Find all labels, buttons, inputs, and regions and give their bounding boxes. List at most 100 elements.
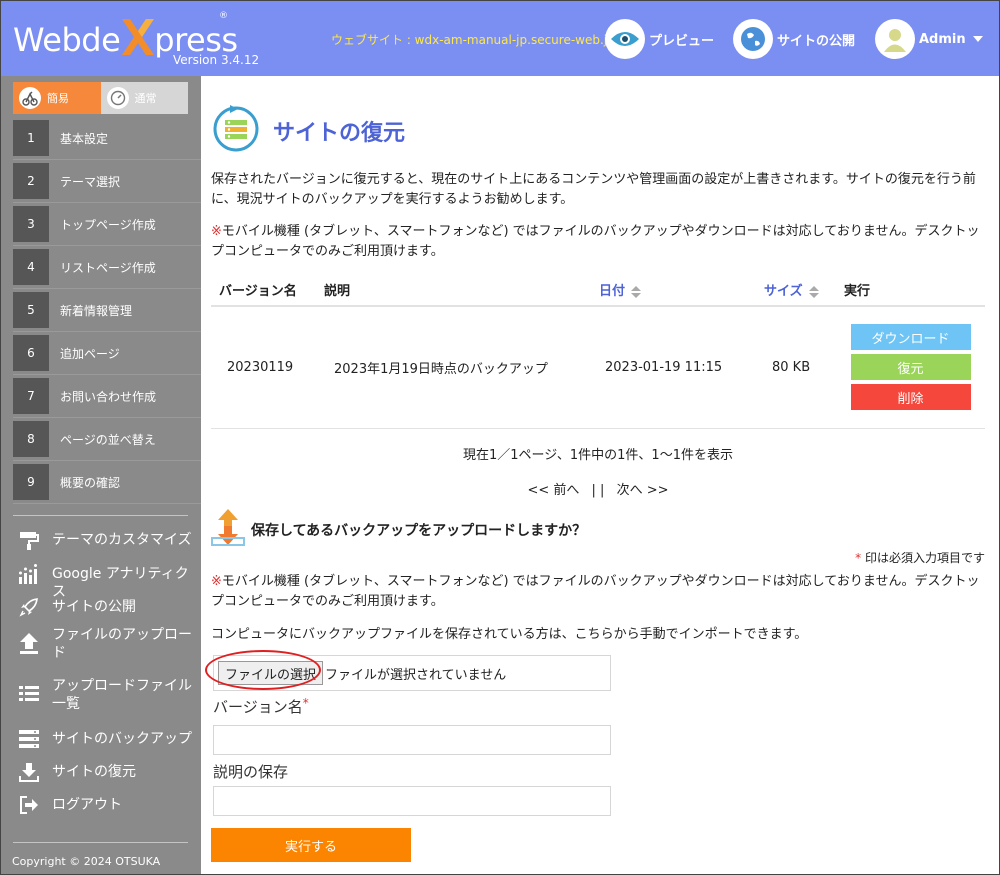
step-label: ページの並べ替え	[60, 432, 156, 447]
header-label: 説明	[324, 284, 351, 299]
tab-normal-mode[interactable]: 通常	[100, 82, 188, 114]
step-number: 7	[13, 378, 49, 414]
publish-label: サイトの公開	[777, 33, 856, 49]
col-version-header: バージョン名	[211, 274, 316, 307]
sidebar-step-1[interactable]: 1 基本設定	[13, 117, 201, 160]
action-buttons: ダウンロード 復元 削除	[836, 324, 985, 411]
step-label: テーマ選択	[60, 174, 121, 189]
note-text: モバイル機種 (タブレット、スマートフォンなど) ではファイルのバックアップやダ…	[211, 224, 980, 259]
restore-button[interactable]: 復元	[850, 354, 971, 381]
header-label: バージョン名	[219, 284, 297, 299]
admin-menu-button[interactable]: Admin	[875, 19, 983, 59]
sidebar-item-logout[interactable]: ログアウト	[17, 793, 197, 826]
pagination: << 前へ | | 次へ >>	[211, 479, 985, 498]
step-label: リストページ作成	[60, 260, 156, 275]
sidebar-step-5[interactable]: 5 新着情報管理	[13, 289, 201, 332]
setup-steps: 1 基本設定 2 テーマ選択 3 トップページ作成 4 リストページ作成 5 新着情報管理…	[13, 117, 201, 504]
sidebar-item-file-upload[interactable]: ファイルのアップロード	[17, 623, 197, 674]
step-number: 1	[13, 120, 49, 156]
restore-icon	[211, 104, 261, 158]
app-window: Webde press ® Version 3.4.12 ウェブサイト : wdx…	[0, 0, 1000, 875]
sidebar: 簡易 通常 1 基本設定 2 テーマ選択 3 トップページ作成 4 リストページ作成 5…	[1, 76, 201, 874]
list-icon	[17, 682, 41, 706]
upload-section-header: 保存してあるバックアップをアップロードしますか？	[211, 508, 586, 552]
delete-button[interactable]: 削除	[850, 384, 971, 411]
step-label: 新着情報管理	[60, 303, 133, 318]
upload-section-title: 保存してあるバックアップをアップロードしますか？	[251, 523, 587, 539]
choose-file-button[interactable]: ファイルの選択	[218, 661, 324, 685]
paint-roller-icon	[17, 528, 41, 552]
step-label: 概要の確認	[60, 475, 121, 490]
menu-label: サイトのバックアップ	[52, 731, 192, 747]
upload-download-icon	[211, 508, 245, 552]
versions-table: バージョン名 説明 日付 サイズ 実行 20230119 2023年1月19日時…	[211, 274, 985, 429]
version-label: Version 3.4.12	[173, 53, 260, 67]
logo-x-icon	[120, 17, 155, 57]
field-label: バージョン名	[213, 698, 303, 716]
col-action-header: 実行	[836, 274, 985, 307]
required-note: * 印は必須入力項目です	[855, 549, 985, 566]
no-file-selected-text: ファイルが選択されていません	[325, 667, 507, 683]
required-note-text: 印は必須入力項目です	[861, 551, 985, 565]
sidebar-step-6[interactable]: 6 追加ページ	[13, 332, 201, 375]
file-input: ファイルの選択 ファイルが選択されていません	[213, 655, 611, 691]
copyright-text: Copyright © 2024 OTSUKA	[12, 855, 161, 868]
next-page-link[interactable]: 次へ >>	[617, 483, 669, 498]
avatar-icon	[875, 19, 915, 59]
sidebar-item-uploaded-files[interactable]: アップロードファイル一覧	[17, 674, 197, 727]
step-number: 5	[13, 292, 49, 328]
import-note: コンピュータにバックアップファイルを保存されている方は、こちらから手動でインポー…	[211, 627, 808, 642]
preview-button[interactable]: プレビュー	[605, 19, 714, 59]
prev-page-link[interactable]: << 前へ	[527, 483, 579, 498]
menu-label: アップロードファイル一覧	[52, 678, 192, 712]
sidebar-step-9[interactable]: 9 概要の確認	[13, 461, 201, 504]
cell-version: 20230119	[211, 306, 316, 429]
webdexpress-logo[interactable]: Webde press ® Version 3.4.12	[13, 11, 259, 71]
rocket-icon	[17, 595, 41, 619]
version-name-label: バージョン名*	[213, 696, 309, 717]
col-date-header[interactable]: 日付	[591, 274, 756, 307]
menu-label: ファイルのアップロード	[52, 627, 192, 661]
pager-separator: | |	[591, 483, 605, 498]
menu-label: サイトの公開	[52, 599, 136, 615]
col-size-header[interactable]: サイズ	[756, 274, 836, 307]
publish-site-button[interactable]: サイトの公開	[733, 19, 855, 59]
mobile-note-2: ※モバイル機種 (タブレット、スマートフォンなど) ではファイルのバックアップや…	[211, 572, 989, 612]
sidebar-step-7[interactable]: 7 お問い合わせ作成	[13, 375, 201, 418]
upload-icon	[17, 631, 41, 655]
step-number: 6	[13, 335, 49, 371]
execute-button[interactable]: 実行する	[211, 828, 411, 862]
admin-label: Admin	[919, 31, 966, 47]
table-row: 20230119 2023年1月19日時点のバックアップ 2023-01-19 …	[211, 306, 985, 429]
cell-date: 2023-01-19 11:15	[591, 306, 756, 429]
pagination-info: 現在1／1ページ、1件中の1件、1～1件を表示	[463, 448, 733, 463]
note-mark: ※	[211, 224, 222, 239]
tab-simple-mode[interactable]: 簡易	[13, 82, 101, 114]
sidebar-step-8[interactable]: 8 ページの並べ替え	[13, 418, 201, 461]
dashboard-icon	[106, 87, 129, 109]
header-label: 実行	[844, 284, 871, 299]
bar-chart-icon	[17, 562, 41, 586]
download-icon	[17, 760, 41, 784]
sidebar-step-3[interactable]: 3 トップページ作成	[13, 203, 201, 246]
page-title: サイトの復元	[273, 121, 406, 146]
globe-icon	[733, 19, 773, 59]
sidebar-item-theme-customize[interactable]: テーマのカスタマイズ	[17, 528, 197, 562]
eye-icon	[605, 19, 645, 59]
main-content: サイトの復元 保存されたバージョンに復元すると、現在のサイト上にあるコンテンツや…	[201, 76, 999, 874]
website-url-link[interactable]: ウェブサイト : wdx-am-manual-jp.secure-web.jp	[331, 31, 615, 48]
sidebar-step-4[interactable]: 4 リストページ作成	[13, 246, 201, 289]
description-input[interactable]	[213, 786, 611, 816]
sidebar-item-backup[interactable]: サイトのバックアップ	[17, 727, 197, 760]
mobile-note: ※モバイル機種 (タブレット、スマートフォンなど) ではファイルのバックアップや…	[211, 222, 989, 262]
sidebar-step-2[interactable]: 2 テーマ選択	[13, 160, 201, 203]
step-number: 9	[13, 464, 49, 500]
menu-label: テーマのカスタマイズ	[52, 532, 192, 548]
step-number: 4	[13, 249, 49, 285]
sidebar-item-restore[interactable]: サイトの復元	[17, 760, 197, 793]
download-button[interactable]: ダウンロード	[850, 324, 971, 351]
sidebar-item-google-analytics[interactable]: Google アナリティクス	[17, 562, 197, 600]
version-name-input[interactable]	[213, 725, 611, 755]
normal-mode-label: 通常	[134, 92, 157, 105]
note-text: モバイル機種 (タブレット、スマートフォンなど) ではファイルのバックアップやダ…	[211, 574, 980, 609]
